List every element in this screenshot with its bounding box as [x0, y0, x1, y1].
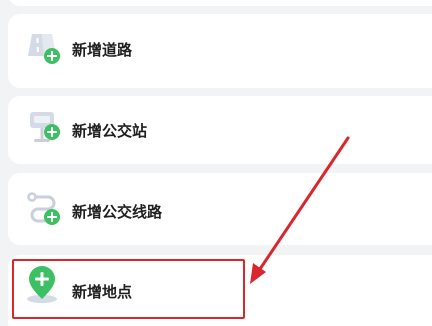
bus-stop-add-icon	[30, 112, 60, 142]
bus-route-add-icon	[27, 192, 60, 225]
menu-item-add-road[interactable]: 新增道路	[8, 14, 432, 88]
previous-menu-card	[8, 0, 432, 6]
location-add-icon	[27, 266, 57, 303]
menu-item-label: 新增地点	[72, 283, 133, 301]
menu-item-add-bus-stop[interactable]: 新增公交站	[8, 96, 432, 164]
menu-item-label: 新增道路	[72, 41, 133, 59]
menu-item-add-location[interactable]: 新增地点	[8, 255, 432, 326]
add-menu-panel: 新增道路 新增公交站 新增公交线路 新增地点	[0, 0, 432, 326]
road-add-icon	[28, 34, 60, 64]
menu-item-label: 新增公交站	[72, 122, 148, 140]
menu-item-label: 新增公交线路	[72, 203, 163, 221]
menu-item-add-bus-route[interactable]: 新增公交线路	[8, 173, 432, 245]
